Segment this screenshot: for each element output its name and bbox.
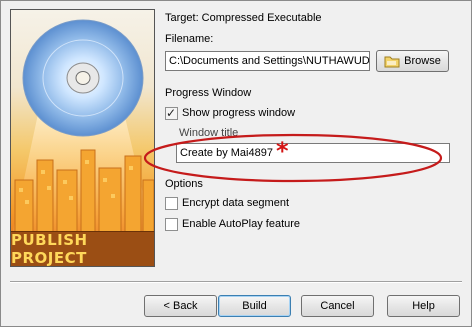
cancel-button[interactable]: Cancel: [301, 295, 374, 317]
browse-label: Browse: [404, 55, 441, 67]
publish-dialog: PUBLISH PROJECT Target: Compressed Execu…: [0, 0, 472, 327]
publish-banner: PUBLISH PROJECT: [10, 9, 155, 267]
back-button-label: < Back: [163, 300, 198, 312]
back-button[interactable]: < Back: [144, 295, 217, 317]
filename-input[interactable]: C:\Documents and Settings\NUTHAWUD: [165, 51, 370, 71]
cd-graphic: [11, 19, 154, 240]
help-button-label: Help: [412, 300, 435, 312]
options-section-label: Options: [165, 178, 203, 190]
autoplay-checkbox[interactable]: [165, 218, 178, 231]
filename-label: Filename:: [165, 33, 214, 45]
browse-button[interactable]: Browse: [376, 50, 449, 72]
build-button-label: Build: [242, 300, 267, 312]
cancel-button-label: Cancel: [320, 300, 355, 312]
folder-icon: [384, 56, 400, 68]
checkmark-icon: ✓: [166, 106, 177, 120]
target-label: Target: Compressed Executable: [165, 12, 322, 24]
help-button[interactable]: Help: [387, 295, 460, 317]
autoplay-label: Enable AutoPlay feature: [182, 218, 301, 230]
progress-window-section-label: Progress Window: [165, 87, 252, 99]
encrypt-data-label: Encrypt data segment: [182, 197, 290, 209]
encrypt-data-checkbox[interactable]: [165, 197, 178, 210]
red-star-annotation: *: [276, 137, 289, 165]
show-progress-checkbox[interactable]: ✓: [165, 106, 178, 120]
banner-title: PUBLISH PROJECT: [11, 231, 154, 266]
show-progress-label: Show progress window: [182, 107, 296, 119]
cd-disc-icon: [22, 19, 144, 137]
footer-separator: [10, 281, 462, 283]
build-button[interactable]: Build: [218, 295, 291, 317]
